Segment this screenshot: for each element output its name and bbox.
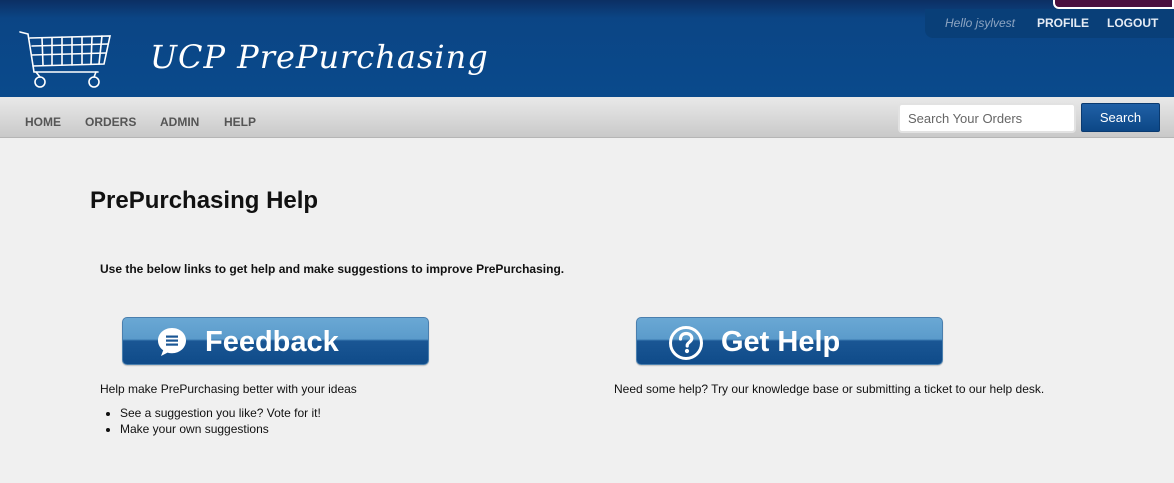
search-button[interactable]: Search <box>1081 103 1160 132</box>
profile-link[interactable]: PROFILE <box>1037 16 1089 30</box>
feedback-description: Help make PrePurchasing better with your… <box>100 382 357 396</box>
greeting-text: Hello jsylvest <box>945 16 1016 30</box>
speech-bubble-icon <box>158 328 186 356</box>
feedback-button-label: Feedback <box>205 326 339 358</box>
search-input[interactable] <box>898 103 1076 133</box>
feedback-bullet-list: See a suggestion you like? Vote for it! … <box>120 405 321 437</box>
list-item: See a suggestion you like? Vote for it! <box>120 405 321 421</box>
nav-item-admin[interactable]: ADMIN <box>160 115 199 129</box>
get-help-button[interactable]: Get Help <box>636 317 943 365</box>
nav-item-home[interactable]: HOME <box>25 115 61 129</box>
shopping-cart-logo-icon[interactable] <box>18 28 112 90</box>
list-item: Make your own suggestions <box>120 421 321 437</box>
app-title: UCP PrePurchasing <box>150 38 489 76</box>
feedback-button[interactable]: Feedback <box>122 317 429 365</box>
get-help-button-label: Get Help <box>721 326 841 358</box>
intro-text: Use the below links to get help and make… <box>100 262 565 276</box>
logout-link[interactable]: LOGOUT <box>1107 16 1158 30</box>
page-title: PrePurchasing Help <box>90 187 319 214</box>
account-tab <box>1053 0 1174 9</box>
nav-item-help[interactable]: HELP <box>224 115 256 129</box>
get-help-description: Need some help? Try our knowledge base o… <box>614 382 1045 396</box>
nav-item-orders[interactable]: ORDERS <box>85 115 136 129</box>
question-circle-icon <box>669 326 703 360</box>
